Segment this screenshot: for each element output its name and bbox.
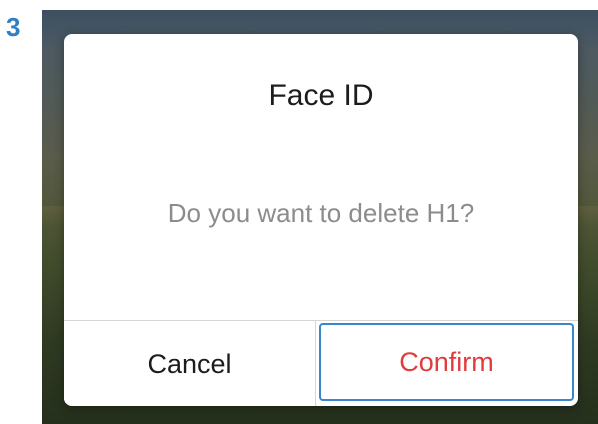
phone-screen: Face ID Do you want to delete H1? Cancel… [42,10,598,424]
dialog-message: Do you want to delete H1? [167,198,475,228]
page: 3 Face ID Do you want to delete H1? Canc… [0,0,598,424]
confirm-button[interactable]: Confirm [319,323,574,401]
dialog-title: Face ID [268,79,374,112]
step-number: 3 [6,12,21,42]
delete-face-id-dialog: Face ID Do you want to delete H1? Cancel… [64,34,578,406]
dialog-button-row: Cancel Confirm [64,320,578,406]
cancel-button[interactable]: Cancel [64,321,316,406]
